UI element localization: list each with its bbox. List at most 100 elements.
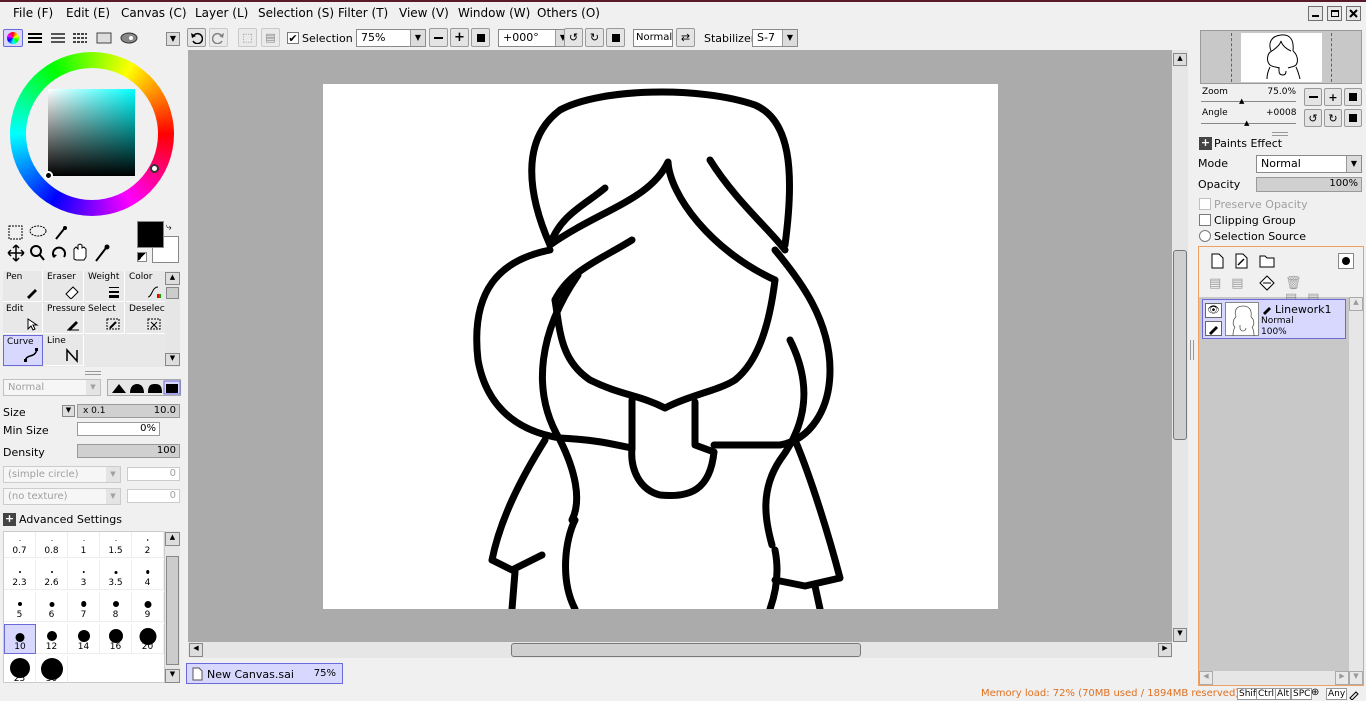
menu-others[interactable]: Others (O) — [537, 6, 600, 20]
brush-size-preset[interactable]: 9 — [132, 592, 164, 622]
brush-shape-select[interactable]: (simple circle) ▼ — [3, 466, 121, 483]
close-window-button[interactable] — [1346, 6, 1361, 21]
menu-filter[interactable]: Filter (T) — [338, 6, 388, 20]
panel-splitter[interactable] — [1272, 132, 1288, 136]
nav-zoom-reset-button[interactable] — [1344, 88, 1362, 106]
panel-splitter[interactable] — [85, 371, 101, 375]
rotate-reset-button[interactable] — [606, 28, 625, 47]
scroll-left-icon[interactable]: ◀ — [189, 643, 203, 657]
rotate-left-button[interactable]: ↺ — [564, 28, 583, 47]
zoom-reset-button[interactable] — [471, 28, 490, 47]
swap-colors-icon[interactable]: ⤷ — [166, 222, 172, 233]
scroll-right-icon[interactable]: ▶ — [1158, 643, 1172, 657]
brush-size-preset[interactable]: 25 — [4, 656, 36, 682]
scroll-up-icon[interactable]: ▲ — [1349, 297, 1363, 311]
scroll-thumb[interactable] — [1173, 250, 1187, 440]
scroll-down-icon[interactable]: ▼ — [165, 669, 180, 683]
brush-size-preset[interactable]: 5 — [4, 592, 36, 622]
scratchpad-tab[interactable] — [96, 31, 112, 45]
zoom-out-button[interactable] — [429, 28, 448, 47]
brush-texture-select[interactable]: (no texture) ▼ — [3, 488, 121, 505]
scroll-right-icon[interactable]: ▶ — [1335, 671, 1349, 685]
tool-pen[interactable]: Pen — [3, 271, 43, 302]
zoom-select[interactable]: 75% ▼ — [356, 29, 426, 47]
min-size-slider[interactable]: 0% — [77, 422, 160, 436]
brush-size-preset[interactable]: 2.3 — [4, 560, 36, 590]
tool-pressure[interactable]: Pressure — [44, 303, 85, 334]
scroll-down-icon[interactable]: ▼ — [165, 353, 180, 366]
brush-size-preset[interactable]: 1.5 — [100, 532, 132, 558]
menu-selection[interactable]: Selection (S) — [258, 6, 334, 20]
hsv-slider-tab[interactable] — [50, 31, 66, 45]
tool-deselect[interactable]: Deselect — [126, 303, 168, 334]
lasso-icon[interactable] — [29, 225, 47, 237]
selection-checkbox[interactable]: ✔ — [287, 32, 299, 45]
minimize-button[interactable] — [1308, 6, 1323, 21]
advanced-settings-toggle[interactable]: Advanced Settings — [19, 513, 122, 526]
invert-selection-button[interactable]: ▤ — [261, 28, 280, 47]
scroll-thumb[interactable] — [166, 287, 179, 299]
new-linework-layer-icon[interactable] — [1234, 253, 1248, 269]
scroll-left-icon[interactable]: ◀ — [1199, 671, 1213, 685]
scroll-up-icon[interactable]: ▲ — [165, 272, 180, 285]
tool-edit[interactable]: Edit — [3, 303, 43, 334]
edge-medium-icon[interactable] — [130, 384, 144, 393]
scroll-down-icon[interactable]: ▼ — [1173, 628, 1187, 642]
undo-button[interactable] — [187, 28, 206, 47]
brush-size-preset[interactable]: 2.6 — [36, 560, 68, 590]
canvas-horizontal-scrollbar[interactable]: ◀ ▶ — [188, 642, 1172, 658]
deselect-button[interactable]: ⬚ — [238, 28, 257, 47]
size-multiplier-dropdown[interactable]: ▼ — [62, 405, 75, 417]
density-slider[interactable]: 100 — [77, 444, 180, 458]
menu-layer[interactable]: Layer (L) — [195, 6, 248, 20]
tool-line[interactable]: Line — [44, 335, 84, 366]
scroll-thumb[interactable] — [511, 643, 861, 657]
brush-size-preset[interactable]: 3.5 — [100, 560, 132, 590]
brush-size-preset[interactable]: 12 — [36, 624, 68, 654]
eyedropper-icon[interactable] — [95, 244, 110, 262]
layer-lock-toggle[interactable] — [1205, 321, 1222, 336]
edge-hard-icon[interactable] — [148, 384, 162, 393]
brush-shape-strength[interactable]: 0 — [127, 467, 180, 481]
angle-select[interactable]: +000° ▼ — [498, 29, 571, 47]
redo-button[interactable] — [209, 28, 228, 47]
hand-icon[interactable] — [73, 243, 87, 261]
flip-view-button[interactable]: ⇄ — [676, 28, 695, 47]
new-folder-icon[interactable] — [1259, 254, 1275, 268]
brush-texture-strength[interactable]: 0 — [127, 489, 180, 503]
brush-size-preset[interactable]: 0.7 — [4, 532, 36, 558]
tool-curve[interactable]: Curve — [3, 335, 43, 366]
move-icon[interactable] — [7, 244, 25, 262]
layer-opacity-slider[interactable]: 100% — [1256, 177, 1362, 192]
color-wheel-tab[interactable] — [3, 29, 23, 47]
brush-size-preset[interactable]: 7 — [68, 592, 100, 622]
size-presets-scrollbar[interactable]: ▲ ▼ — [165, 531, 180, 683]
canvas-paper[interactable] — [323, 84, 998, 613]
layer-list-hscrollbar[interactable]: ◀ ▶ — [1199, 671, 1349, 685]
color-panel-menu-button[interactable]: ▼ — [166, 32, 180, 46]
brush-size-preset[interactable]: 10 — [4, 624, 36, 654]
scroll-up-icon[interactable]: ▲ — [1173, 53, 1187, 66]
layer-row[interactable]: 👁 Linework1 Normal 100% — [1202, 299, 1346, 339]
selection-source-radio[interactable] — [1199, 230, 1211, 242]
nav-rotate-reset-button[interactable] — [1344, 109, 1362, 127]
user-mixer-tab[interactable] — [119, 31, 139, 45]
saturation-value-square[interactable] — [48, 89, 135, 176]
brush-size-preset[interactable]: 4 — [132, 560, 164, 590]
scroll-up-icon[interactable]: ▲ — [165, 532, 180, 546]
brush-size-preset[interactable]: 3 — [68, 560, 100, 590]
document-tab[interactable]: New Canvas.sai 75% — [186, 663, 343, 684]
nav-rotate-left-button[interactable]: ↺ — [1304, 109, 1322, 127]
paints-effect-toggle[interactable]: Paints Effect — [1214, 137, 1282, 150]
tool-weight[interactable]: Weight — [85, 271, 125, 302]
menu-window[interactable]: Window (W) — [458, 6, 530, 20]
tool-color[interactable]: Color — [126, 271, 166, 302]
zoom-icon[interactable] — [30, 245, 45, 261]
edge-flat-icon[interactable] — [166, 384, 178, 393]
canvas-vertical-scrollbar[interactable]: ▲ ▼ — [1172, 50, 1188, 642]
magic-wand-icon[interactable] — [55, 226, 67, 240]
slider-handle-icon[interactable]: ▲ — [1244, 119, 1249, 127]
menu-file[interactable]: File (F) — [13, 6, 53, 20]
expand-plus-icon[interactable]: + — [3, 513, 16, 526]
hue-cursor[interactable] — [150, 164, 159, 173]
